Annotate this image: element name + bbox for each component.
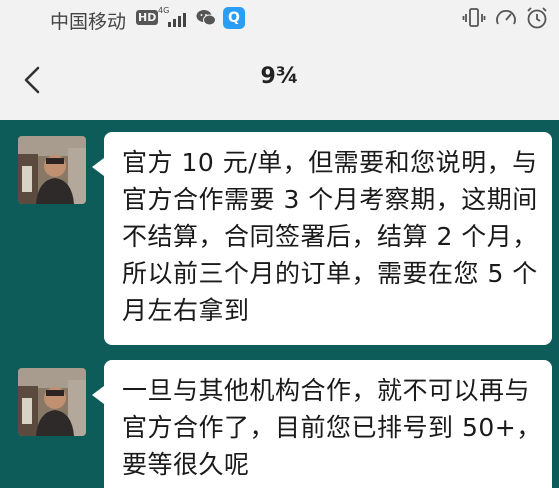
status-bar: 中国移动 HD 4G Q	[0, 0, 559, 40]
message-bubble[interactable]: 官方 10 元/单，但需要和您说明，与官方合作需要 3 个月考察期，这期间不结算…	[92, 132, 552, 345]
wechat-icon	[196, 9, 216, 27]
chat-title: 9¾	[260, 64, 299, 89]
chat-header: 9¾	[0, 40, 559, 120]
alarm-icon	[524, 6, 550, 30]
hd-icon: HD	[136, 10, 159, 25]
carrier-name: 中国移动	[50, 11, 127, 33]
speed-icon	[494, 6, 518, 30]
signal-icon: 4G	[158, 7, 192, 29]
chat-message-list[interactable]: 官方 10 元/单，但需要和您说明，与官方合作需要 3 个月考察期，这期间不结算…	[0, 120, 559, 488]
qq-icon: Q	[223, 7, 245, 29]
vibrate-icon	[462, 6, 486, 30]
avatar[interactable]	[18, 368, 86, 436]
avatar[interactable]	[18, 136, 86, 204]
message-bubble[interactable]: 一旦与其他机构合作，就不可以再与官方合作了，目前您已排号到 50+，要等很久呢	[92, 360, 552, 488]
